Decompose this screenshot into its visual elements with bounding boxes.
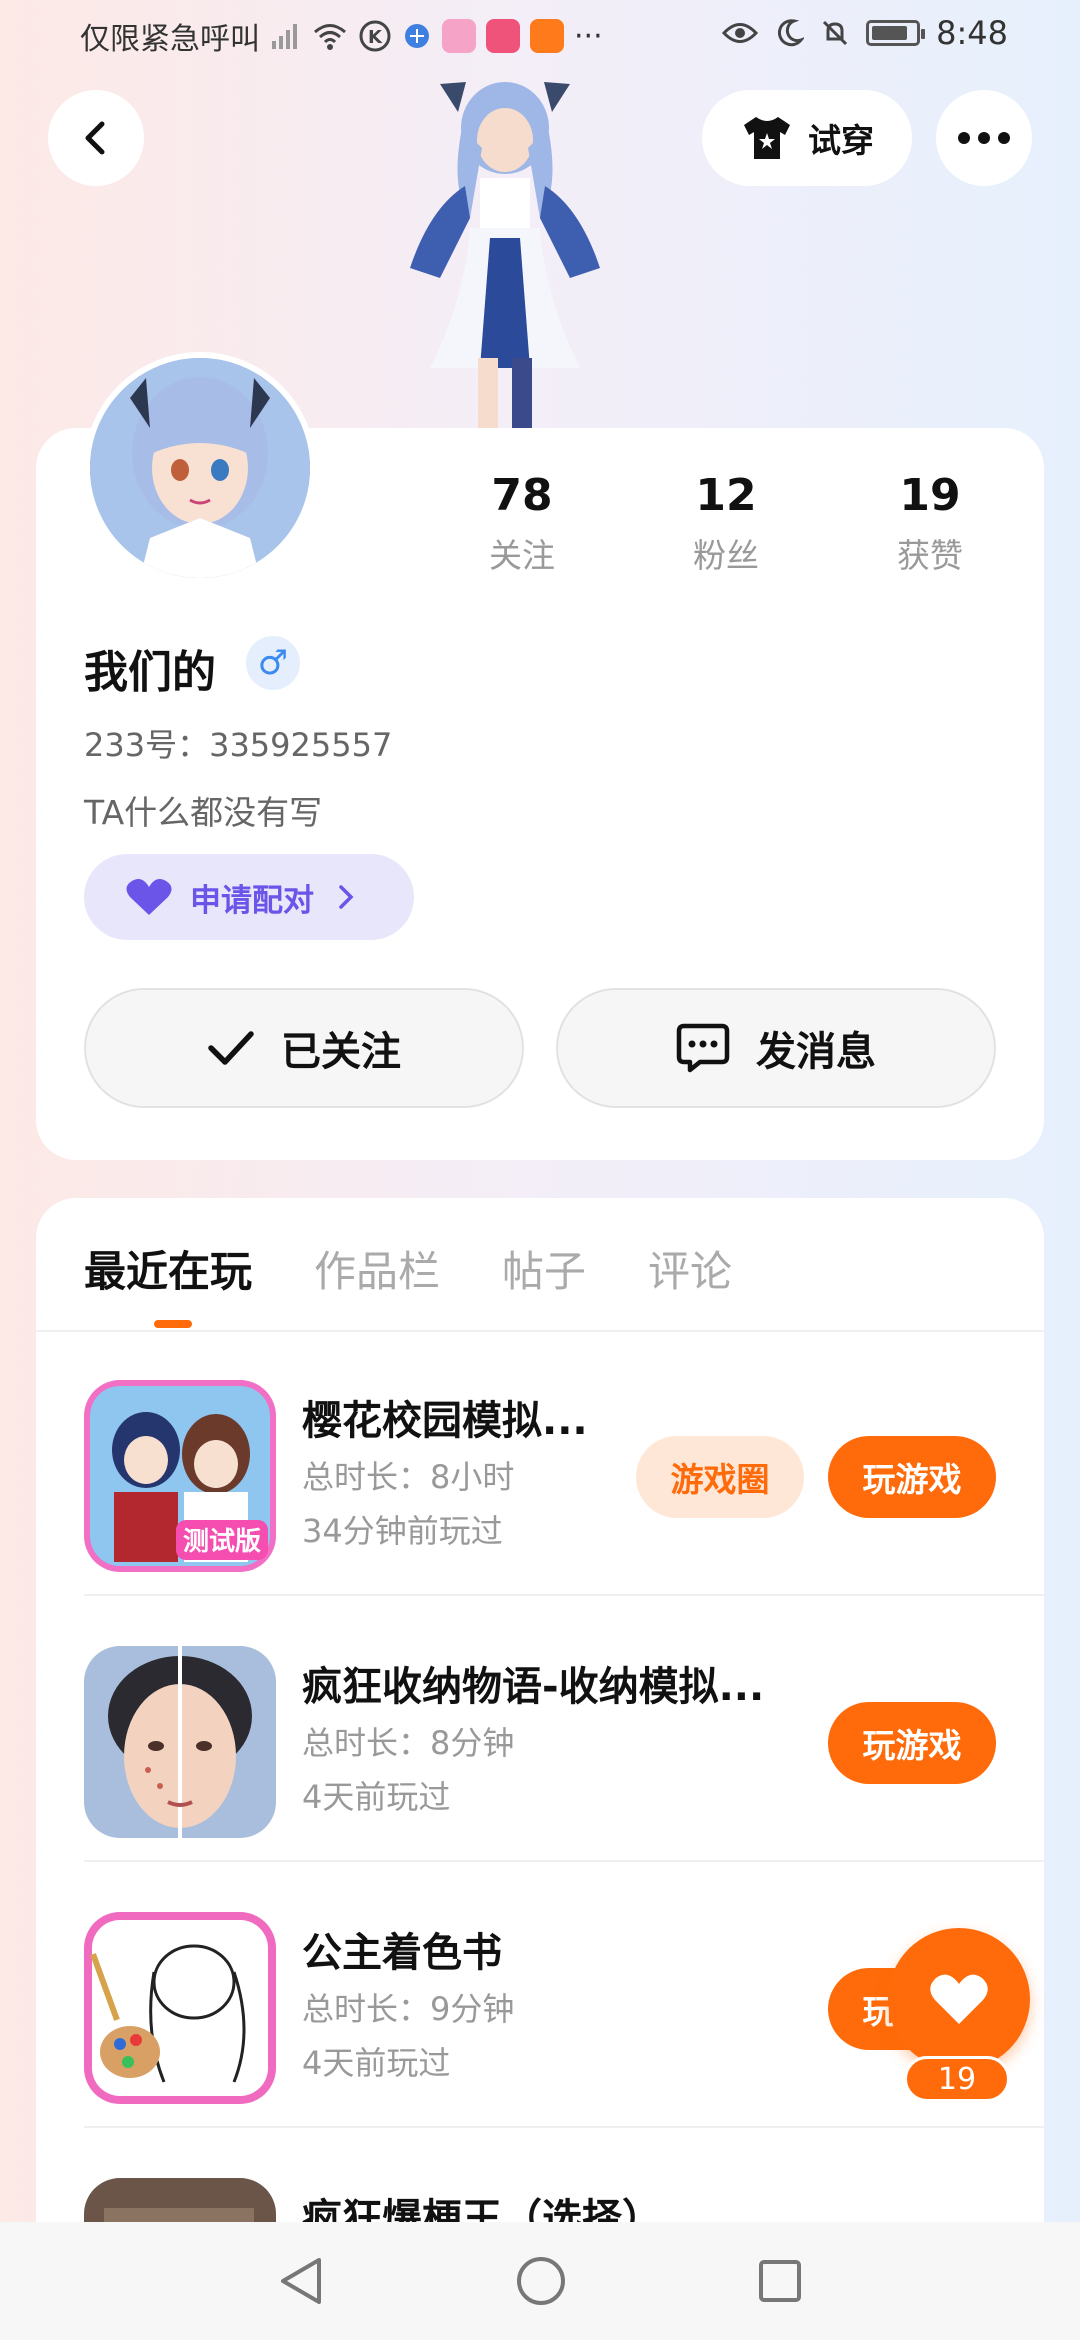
back-triangle-icon[interactable] <box>277 2256 325 2306</box>
game-icon-storage-story <box>84 1646 276 1838</box>
more-button[interactable] <box>936 90 1032 186</box>
character-avatar-3d <box>410 82 600 428</box>
avatar-image <box>90 358 310 578</box>
game-row[interactable]: 测试版 樱花校园模拟... 总时长：8小时 34分钟前玩过 游戏圈 玩游戏 <box>84 1330 1044 1596</box>
game-last-played: 4天前玩过 <box>302 1778 451 1816</box>
game-duration: 总时长：8分钟 <box>302 1724 515 1762</box>
following-button-label: 已关注 <box>281 1029 401 1075</box>
more-notifications: ··· <box>574 18 603 54</box>
play-game-button[interactable]: 玩游戏 <box>828 1702 996 1784</box>
apply-pair-label: 申请配对 <box>190 882 314 919</box>
chevron-right-icon <box>339 885 354 909</box>
tab-comments[interactable]: 评论 <box>648 1238 732 1299</box>
home-circle-icon[interactable] <box>515 2255 567 2307</box>
chat-bubble-icon <box>676 1023 730 1073</box>
game-icon-princess-coloring <box>84 1912 276 2104</box>
svg-text:K: K <box>368 27 383 48</box>
male-gender-icon: ♂ <box>246 636 300 690</box>
game-title: 公主着色书 <box>302 1930 502 1976</box>
play-game-button[interactable]: 玩游戏 <box>828 1436 996 1518</box>
send-message-label: 发消息 <box>756 1029 876 1075</box>
following-label: 关注 <box>489 536 555 575</box>
battery-icon <box>866 20 926 46</box>
heart-icon <box>126 879 172 915</box>
eye-icon <box>722 20 759 46</box>
tab-recently-played[interactable]: 最近在玩 <box>84 1238 252 1299</box>
like-count-badge: 19 <box>904 2056 1010 2102</box>
signal-icon <box>270 21 302 51</box>
username: 我们的 <box>84 647 216 698</box>
game-circle-button[interactable]: 游戏圈 <box>636 1436 804 1518</box>
system-nav-bar <box>0 2222 1080 2340</box>
chevron-left-icon <box>85 121 105 155</box>
heart-icon <box>930 1974 988 2024</box>
tab-works[interactable]: 作品栏 <box>314 1238 440 1299</box>
game-duration: 总时长：9分钟 <box>302 1990 515 2028</box>
game-app-icon <box>442 19 476 53</box>
profile-tabs: 最近在玩 作品栏 帖子 评论 <box>84 1238 732 1299</box>
user-id: 233号：335925557 <box>84 726 393 764</box>
likes-count: 19 <box>899 470 961 521</box>
tab-posts[interactable]: 帖子 <box>502 1238 586 1299</box>
k-app-icon: K <box>358 19 392 53</box>
game-title: 樱花校园模拟... <box>302 1398 588 1444</box>
game-last-played: 4天前玩过 <box>302 2044 451 2082</box>
test-version-badge: 测试版 <box>183 1527 261 1557</box>
user-bio: TA什么都没有写 <box>84 793 323 832</box>
game-duration: 总时长：8小时 <box>302 1458 515 1496</box>
game-icon-sakura-school: 测试版 <box>84 1380 276 1572</box>
game-last-played: 34分钟前玩过 <box>302 1512 503 1550</box>
active-tab-indicator <box>154 1320 192 1328</box>
followers-count: 12 <box>695 470 757 521</box>
like-button[interactable] <box>888 1928 1030 2070</box>
wifi-icon <box>312 21 348 51</box>
likes-label: 获赞 <box>897 536 963 575</box>
store-app-icon <box>486 19 520 53</box>
status-bar: 仅限紧急呼叫 K ··· 8:48 <box>0 0 1080 72</box>
mute-bell-icon <box>820 18 850 48</box>
game-title: 疯狂收纳物语-收纳模拟... <box>302 1664 765 1710</box>
avatar[interactable] <box>84 352 316 584</box>
try-on-button[interactable]: 试穿 <box>702 90 912 186</box>
clock-time: 8:48 <box>936 14 1008 52</box>
try-on-label: 试穿 <box>808 121 874 160</box>
stat-following[interactable]: 78 关注 <box>442 470 602 577</box>
back-button[interactable] <box>48 90 144 186</box>
following-count: 78 <box>491 470 553 521</box>
browser-app-icon <box>402 21 432 51</box>
moon-icon <box>774 18 805 48</box>
video-app-icon <box>530 19 564 53</box>
send-message-button[interactable]: 发消息 <box>556 988 996 1108</box>
tshirt-icon <box>744 117 790 159</box>
stat-likes[interactable]: 19 获赞 <box>850 470 1010 577</box>
apply-pair-button[interactable]: 申请配对 <box>84 854 414 940</box>
carrier-text: 仅限紧急呼叫 <box>80 22 260 57</box>
more-dots-icon <box>958 132 1010 144</box>
game-row[interactable]: 疯狂收纳物语-收纳模拟... 总时长：8分钟 4天前玩过 玩游戏 <box>84 1596 1044 1862</box>
check-icon <box>208 1031 254 1065</box>
recents-square-icon[interactable] <box>757 2258 803 2304</box>
stat-followers[interactable]: 12 粉丝 <box>646 470 806 577</box>
following-button[interactable]: 已关注 <box>84 988 524 1108</box>
followers-label: 粉丝 <box>693 536 759 575</box>
